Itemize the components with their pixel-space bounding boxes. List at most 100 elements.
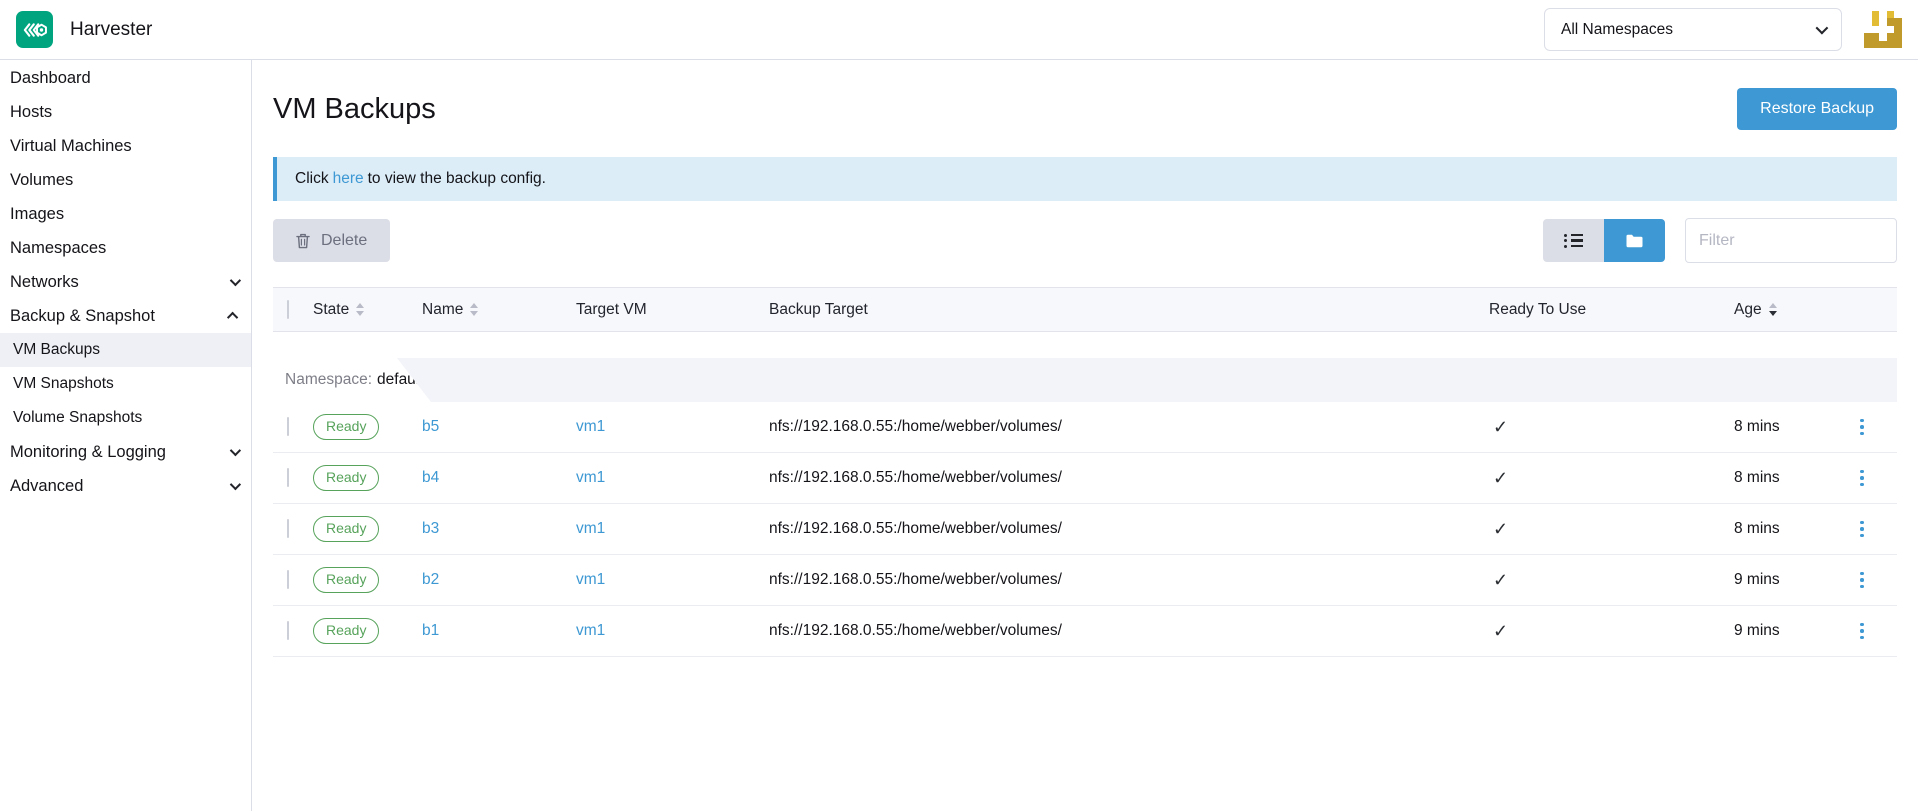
sidebar-item-vm-snapshots[interactable]: VM Snapshots: [0, 367, 251, 401]
delete-button[interactable]: Delete: [273, 219, 390, 262]
chevron-down-icon: [230, 445, 241, 456]
sidebar-item-hosts[interactable]: Hosts: [0, 95, 251, 129]
backup-target-value: nfs://192.168.0.55:/home/webber/volumes/: [769, 571, 1062, 588]
chevron-down-icon: [230, 479, 241, 490]
column-header-ready-to-use[interactable]: Ready To Use: [1489, 301, 1734, 319]
user-avatar[interactable]: [1864, 11, 1902, 49]
delete-button-label: Delete: [321, 232, 367, 250]
sidebar-item-label: Backup & Snapshot: [10, 307, 155, 326]
sidebar-item-backup-snapshot[interactable]: Backup & Snapshot: [0, 299, 251, 333]
backup-name-link[interactable]: b2: [422, 571, 439, 588]
column-header-label: Target VM: [576, 301, 647, 319]
chevron-up-icon: [227, 312, 238, 323]
table-row: Ready b5 vm1 nfs://192.168.0.55:/home/we…: [273, 402, 1897, 453]
column-header-age[interactable]: Age: [1734, 301, 1853, 319]
top-header: Harvester All Namespaces: [0, 0, 1918, 60]
harvester-logo-icon: [16, 11, 53, 48]
ready-check-icon: ✓: [1493, 417, 1508, 437]
table-row: Ready b4 vm1 nfs://192.168.0.55:/home/we…: [273, 453, 1897, 504]
sidebar-item-label: VM Backups: [13, 341, 100, 359]
sidebar-item-label: Dashboard: [10, 69, 91, 88]
sidebar-item-label: Virtual Machines: [10, 137, 132, 156]
sidebar-item-advanced[interactable]: Advanced: [0, 469, 251, 503]
sidebar-item-networks[interactable]: Networks: [0, 265, 251, 299]
row-actions-menu[interactable]: [1853, 521, 1871, 538]
folder-icon: [1626, 234, 1643, 248]
namespace-selector-value: All Namespaces: [1561, 21, 1673, 39]
sidebar-item-label: Volumes: [10, 171, 73, 190]
chevron-down-icon: [230, 275, 241, 286]
sidebar: Dashboard Hosts Virtual Machines Volumes…: [0, 60, 252, 811]
column-header-label: Name: [422, 301, 463, 319]
chevron-down-icon: [1816, 22, 1829, 35]
target-vm-link[interactable]: vm1: [576, 469, 605, 486]
sidebar-item-images[interactable]: Images: [0, 197, 251, 231]
banner-text-post: to view the backup config.: [368, 170, 546, 188]
backup-name-link[interactable]: b1: [422, 622, 439, 639]
banner-text-pre: Click: [295, 170, 329, 188]
row-checkbox[interactable]: [287, 621, 289, 640]
select-all-checkbox[interactable]: [287, 300, 289, 319]
column-header-target-vm[interactable]: Target VM: [576, 301, 769, 319]
age-value: 8 mins: [1734, 418, 1780, 435]
row-actions-menu[interactable]: [1853, 572, 1871, 589]
table-row: Ready b2 vm1 nfs://192.168.0.55:/home/we…: [273, 555, 1897, 606]
target-vm-link[interactable]: vm1: [576, 520, 605, 537]
filter-input[interactable]: [1685, 218, 1897, 263]
main-content: VM Backups Restore Backup Click here to …: [252, 60, 1918, 811]
group-view-button[interactable]: [1604, 219, 1665, 262]
target-vm-link[interactable]: vm1: [576, 571, 605, 588]
sidebar-item-label: Namespaces: [10, 239, 106, 258]
sidebar-item-vm-backups[interactable]: VM Backups: [0, 333, 251, 367]
restore-backup-button[interactable]: Restore Backup: [1737, 88, 1897, 130]
row-checkbox[interactable]: [287, 519, 289, 538]
row-checkbox[interactable]: [287, 468, 289, 487]
namespace-group-tab: Namespace: default: [273, 358, 431, 402]
row-checkbox[interactable]: [287, 417, 289, 436]
state-badge: Ready: [313, 465, 379, 491]
age-value: 8 mins: [1734, 469, 1780, 486]
row-actions-menu[interactable]: [1853, 419, 1871, 436]
group-label: Namespace:: [285, 371, 372, 389]
row-checkbox[interactable]: [287, 570, 289, 589]
view-mode-toggle: [1543, 219, 1665, 262]
sidebar-item-virtual-machines[interactable]: Virtual Machines: [0, 129, 251, 163]
sidebar-item-volume-snapshots[interactable]: Volume Snapshots: [0, 401, 251, 435]
backup-target-value: nfs://192.168.0.55:/home/webber/volumes/: [769, 622, 1062, 639]
state-badge: Ready: [313, 567, 379, 593]
backup-name-link[interactable]: b5: [422, 418, 439, 435]
sidebar-item-namespaces[interactable]: Namespaces: [0, 231, 251, 265]
backup-name-link[interactable]: b3: [422, 520, 439, 537]
column-header-label: State: [313, 301, 349, 319]
column-header-state[interactable]: State: [313, 301, 422, 319]
row-actions-menu[interactable]: [1853, 623, 1871, 640]
age-value: 8 mins: [1734, 520, 1780, 537]
namespace-selector[interactable]: All Namespaces: [1544, 8, 1842, 51]
sidebar-item-dashboard[interactable]: Dashboard: [0, 61, 251, 95]
banner-here-link[interactable]: here: [333, 170, 364, 188]
sidebar-item-label: Hosts: [10, 103, 52, 122]
target-vm-link[interactable]: vm1: [576, 418, 605, 435]
sidebar-item-label: Networks: [10, 273, 79, 292]
backup-config-banner: Click here to view the backup config.: [273, 157, 1897, 201]
backup-name-link[interactable]: b4: [422, 469, 439, 486]
list-view-button[interactable]: [1543, 219, 1604, 262]
backup-target-value: nfs://192.168.0.55:/home/webber/volumes/: [769, 469, 1062, 486]
column-header-backup-target[interactable]: Backup Target: [769, 301, 1489, 319]
ready-check-icon: ✓: [1493, 621, 1508, 641]
row-actions-menu[interactable]: [1853, 470, 1871, 487]
sort-carets-icon: [356, 303, 364, 316]
table-row: Ready b1 vm1 nfs://192.168.0.55:/home/we…: [273, 606, 1897, 657]
sidebar-item-label: Advanced: [10, 477, 83, 496]
sidebar-item-monitoring-logging[interactable]: Monitoring & Logging: [0, 435, 251, 469]
table-header-row: State Name Target VM Backup Target Ready…: [273, 287, 1897, 332]
sidebar-item-label: Volume Snapshots: [13, 409, 142, 427]
ready-check-icon: ✓: [1493, 468, 1508, 488]
sidebar-item-volumes[interactable]: Volumes: [0, 163, 251, 197]
sidebar-item-label: Images: [10, 205, 64, 224]
column-header-name[interactable]: Name: [422, 301, 576, 319]
target-vm-link[interactable]: vm1: [576, 622, 605, 639]
list-view-icon: [1564, 231, 1583, 250]
ready-check-icon: ✓: [1493, 570, 1508, 590]
age-value: 9 mins: [1734, 622, 1780, 639]
